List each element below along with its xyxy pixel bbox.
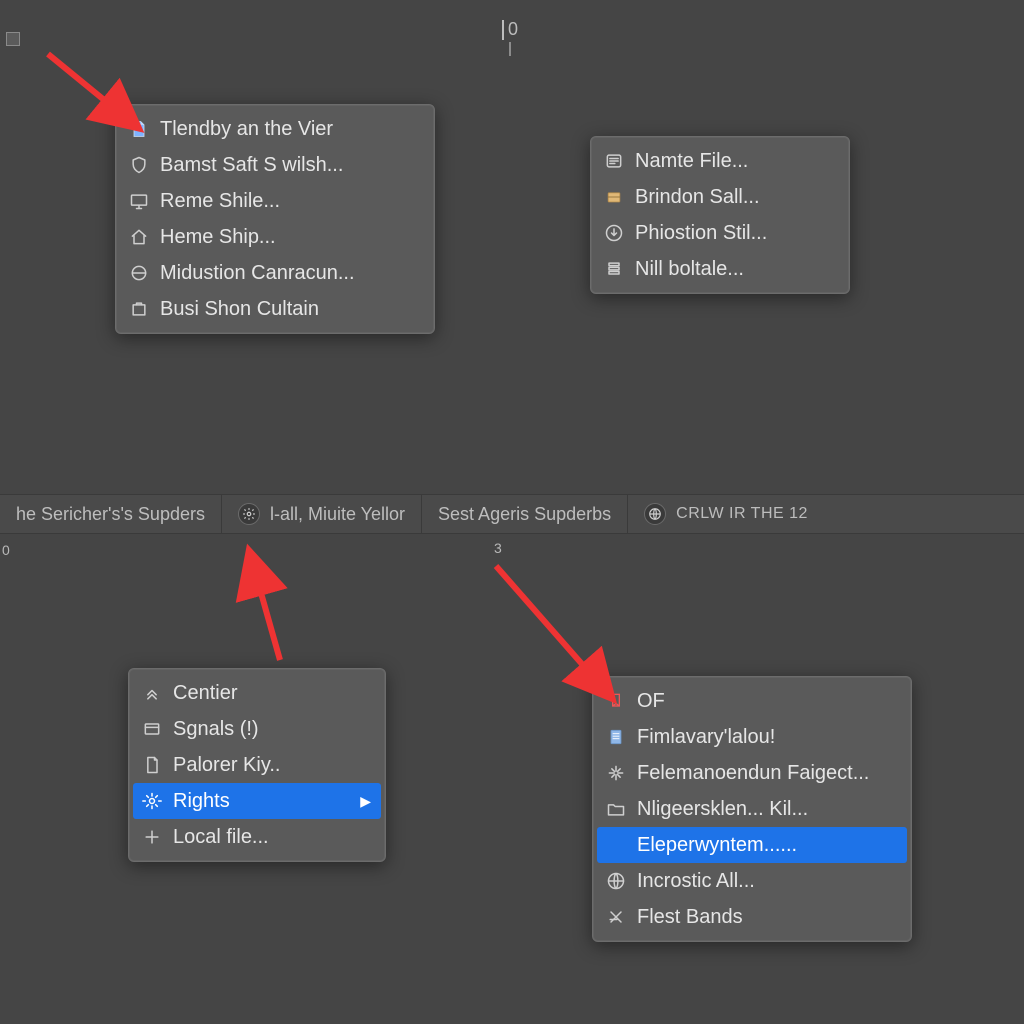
menu4-item-0-label: OF (637, 687, 897, 715)
menu3-item-1-label: Sgnals (!) (173, 715, 371, 743)
sheet-icon (605, 726, 627, 748)
menu2-item-3-label: Nill boltale... (635, 255, 835, 283)
page-top-cursor: 0 (502, 20, 518, 56)
menu3-item-3[interactable]: Rights ▶ (133, 783, 381, 819)
menu1-item-1-label: Bamst Saft S wilsh... (160, 151, 420, 179)
menu1-item-2[interactable]: Reme Shile... (120, 183, 430, 219)
blank-icon (605, 834, 627, 856)
menu4-item-0[interactable]: OF (597, 683, 907, 719)
context-menu-top-right[interactable]: Namte File... Brindon Sall... Phiostion St… (590, 136, 850, 294)
menu4-item-5-label: Incrostic All... (637, 867, 897, 895)
menu2-item-2-label: Phiostion Stil... (635, 219, 835, 247)
menu2-item-3[interactable]: Nill boltale... (595, 251, 845, 287)
folder-icon (605, 798, 627, 820)
menu3-item-0-label: Centier (173, 679, 371, 707)
submenu-arrow-icon: ▶ (360, 787, 371, 815)
menu1-item-0-label: Tlendby an the Vier (160, 115, 420, 143)
toolbar-segment-3-label: CRLW IR THE 12 (676, 505, 808, 523)
menu1-item-5-label: Busi Shon Cultain (160, 295, 420, 323)
page-marker-bottom-center: 3 (494, 540, 502, 556)
chevrons-up-icon (141, 682, 163, 704)
menu1-item-3-label: Heme Ship... (160, 223, 420, 251)
menu1-item-3[interactable]: Heme Ship... (120, 219, 430, 255)
gear-icon (238, 503, 260, 525)
toolbar-segment-2-label: Sest Ageris Supderbs (438, 504, 611, 525)
panel-icon (141, 718, 163, 740)
menu4-item-2[interactable]: Felemanoendun Faigect... (597, 755, 907, 791)
menu1-item-2-label: Reme Shile... (160, 187, 420, 215)
menu4-item-5[interactable]: Incrostic All... (597, 863, 907, 899)
context-menu-bottom-right[interactable]: OF Fimlavary'lalou! Felemanoendun Faigect.… (592, 676, 912, 942)
menu3-item-4[interactable]: Local file... (133, 819, 381, 855)
menu4-item-3[interactable]: Nligeersklen... Kil... (597, 791, 907, 827)
strike-icon (605, 906, 627, 928)
shield-icon (128, 154, 150, 176)
stack-icon (603, 258, 625, 280)
toolbar-segment-1[interactable]: l-all, Miuite Yellor (222, 495, 422, 533)
menu4-item-4-label: Eleperwyntem...... (637, 831, 897, 859)
drawer-icon (603, 186, 625, 208)
toolbar-segment-0-label: he Sericher's's Supders (16, 504, 205, 525)
context-menu-top-left[interactable]: Tlendby an the Vier Bamst Saft S wilsh...… (115, 104, 435, 334)
download-icon (603, 222, 625, 244)
menu2-item-0[interactable]: Namte File... (595, 143, 845, 179)
home-icon (128, 226, 150, 248)
menu4-item-6[interactable]: Flest Bands (597, 899, 907, 935)
toolbar-segment-0[interactable]: he Sericher's's Supders (0, 495, 222, 533)
file-solid-icon (128, 118, 150, 140)
page-marker-bottom-left: 0 (2, 542, 10, 558)
corner-marker-top-left (6, 32, 20, 46)
menu4-item-6-label: Flest Bands (637, 903, 897, 931)
box-icon (128, 298, 150, 320)
toolbar-segment-2[interactable]: Sest Ageris Supderbs (422, 495, 628, 533)
page-icon (141, 754, 163, 776)
list-icon (603, 150, 625, 172)
globe-icon (644, 503, 666, 525)
menu3-item-3-label: Rights (173, 787, 344, 815)
menu3-item-1[interactable]: Sgnals (!) (133, 711, 381, 747)
toolbar-segment-1-label: l-all, Miuite Yellor (270, 504, 405, 525)
menu3-item-0[interactable]: Centier (133, 675, 381, 711)
menu2-item-1-label: Brindon Sall... (635, 183, 835, 211)
gear-icon (141, 790, 163, 812)
menu2-item-0-label: Namte File... (635, 147, 835, 175)
display-icon (128, 190, 150, 212)
menu2-item-1[interactable]: Brindon Sall... (595, 179, 845, 215)
status-toolbar: he Sericher's's Supders l-all, Miuite Ye… (0, 494, 1024, 534)
menu3-item-2-label: Palorer Kiy.. (173, 751, 371, 779)
menu4-item-4[interactable]: Eleperwyntem...... (597, 827, 907, 863)
sparkle-icon (605, 762, 627, 784)
target-icon (128, 262, 150, 284)
bookmark-icon (605, 690, 627, 712)
menu4-item-2-label: Felemanoendun Faigect... (637, 759, 897, 787)
menu3-item-2[interactable]: Palorer Kiy.. (133, 747, 381, 783)
menu1-item-4[interactable]: Midustion Canracun... (120, 255, 430, 291)
menu1-item-4-label: Midustion Canracun... (160, 259, 420, 287)
toolbar-segment-3[interactable]: CRLW IR THE 12 (628, 495, 824, 533)
menu4-item-3-label: Nligeersklen... Kil... (637, 795, 897, 823)
page-top-zero: 0 (508, 20, 518, 38)
menu1-item-0[interactable]: Tlendby an the Vier (120, 111, 430, 147)
context-menu-bottom-left[interactable]: Centier Sgnals (!) Palorer Kiy.. Rights ▶ Loc… (128, 668, 386, 862)
globe-icon (605, 870, 627, 892)
menu1-item-5[interactable]: Busi Shon Cultain (120, 291, 430, 327)
menu2-item-2[interactable]: Phiostion Stil... (595, 215, 845, 251)
menu3-item-4-label: Local file... (173, 823, 371, 851)
menu4-item-1[interactable]: Fimlavary'lalou! (597, 719, 907, 755)
plus-icon (141, 826, 163, 848)
menu1-item-1[interactable]: Bamst Saft S wilsh... (120, 147, 430, 183)
annotation-arrow-2 (210, 540, 320, 680)
menu4-item-1-label: Fimlavary'lalou! (637, 723, 897, 751)
